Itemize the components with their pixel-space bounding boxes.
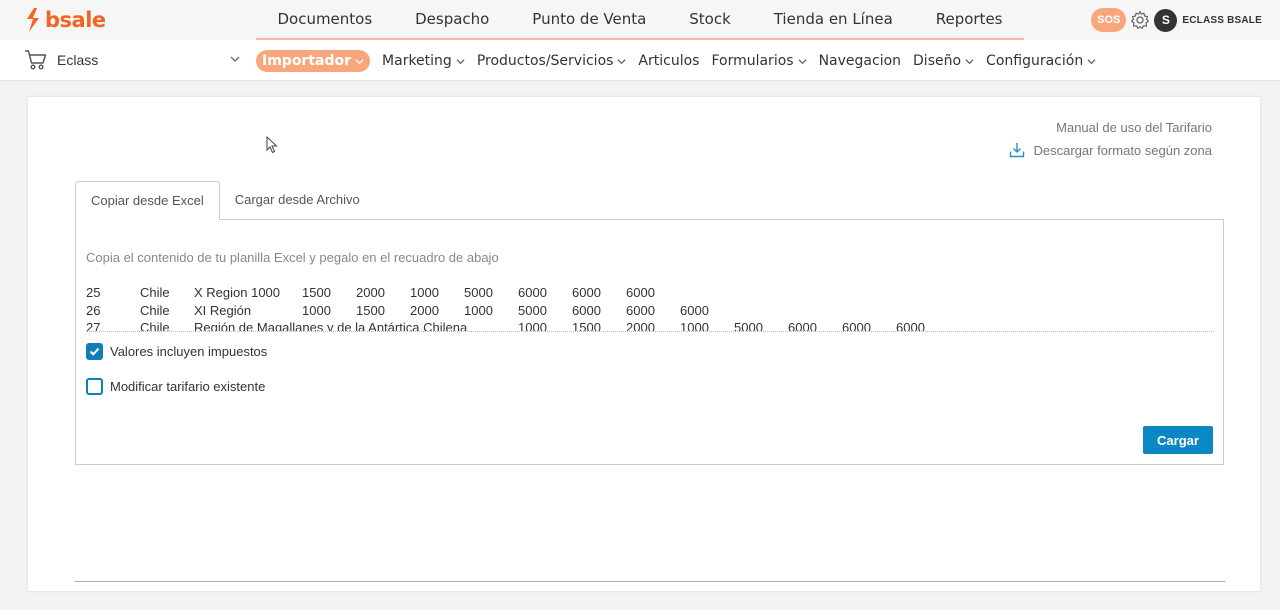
tab-cargar-desde-archivo[interactable]: Cargar desde Archivo <box>220 181 375 220</box>
paste-row: 25 Chile X Region 1000 1500 2000 1000 50… <box>86 285 655 300</box>
download-format-link[interactable]: Descargar formato según zona <box>1009 142 1212 158</box>
subnav-diseno[interactable]: Diseño <box>913 53 974 69</box>
main-nav: Documentos Despacho Punto de Venta Stock… <box>256 0 1024 40</box>
nav-reportes[interactable]: Reportes <box>936 10 1003 28</box>
import-tabs: Copiar desde Excel Cargar desde Archivo <box>75 181 375 220</box>
subnav-navegacion[interactable]: Navegacion <box>819 53 901 69</box>
nav-documentos[interactable]: Documentos <box>277 10 372 28</box>
modify-tariff-label: Modificar tarifario existente <box>110 379 266 394</box>
tab-panel: Copia el contenido de tu planilla Excel … <box>75 219 1224 465</box>
subnav-formularios[interactable]: Formularios <box>711 53 807 69</box>
nav-stock[interactable]: Stock <box>689 10 731 28</box>
subnav-label: Configuración <box>986 53 1084 69</box>
chevron-down-icon <box>230 56 240 62</box>
sub-bar: Eclass Importador Marketing Productos/Se… <box>0 40 1280 81</box>
cargar-button[interactable]: Cargar <box>1143 426 1213 454</box>
checkbox-empty-icon[interactable] <box>86 378 103 395</box>
paste-row: 26 Chile XI Región 1000 1500 2000 1000 5… <box>86 302 709 318</box>
chevron-down-icon <box>355 58 364 64</box>
top-bar: bsale Documentos Despacho Punto de Venta… <box>0 0 1280 40</box>
taxes-included-checkbox[interactable]: Valores incluyen impuestos <box>86 343 267 360</box>
download-icon <box>1009 143 1024 158</box>
subnav-label: Formularios <box>711 53 794 69</box>
paste-hint: Copia el contenido de tu planilla Excel … <box>86 250 499 265</box>
chevron-down-icon <box>965 58 974 64</box>
download-format-label: Descargar formato según zona <box>1033 142 1212 158</box>
store-select[interactable]: Eclass <box>20 40 244 80</box>
subnav-productos-servicios[interactable]: Productos/Servicios <box>477 53 627 69</box>
bsale-logo[interactable]: bsale <box>24 8 106 32</box>
nav-tienda-en-linea[interactable]: Tienda en Línea <box>774 10 893 28</box>
subnav-label: Importador <box>262 53 352 69</box>
cart-icon <box>25 50 47 70</box>
subnav-label: Navegacion <box>818 53 902 69</box>
subnav-importador[interactable]: Importador <box>256 50 371 72</box>
sos-button[interactable]: SOS <box>1091 8 1127 32</box>
user-name[interactable]: ECLASS BSALE <box>1182 15 1262 26</box>
chevron-down-icon <box>456 58 465 64</box>
gear-icon[interactable] <box>1130 10 1150 30</box>
paste-textarea[interactable]: 25 Chile X Region 1000 1500 2000 1000 50… <box>86 284 1214 332</box>
sub-nav: Importador Marketing Productos/Servicios… <box>256 48 1108 74</box>
avatar[interactable]: S <box>1154 8 1178 32</box>
modify-tariff-checkbox[interactable]: Modificar tarifario existente <box>86 378 265 395</box>
subnav-configuracion[interactable]: Configuración <box>986 53 1096 69</box>
subnav-label: Productos/Servicios <box>476 53 614 69</box>
checkbox-checked-icon[interactable] <box>86 343 103 360</box>
subnav-label: Diseño <box>913 53 962 69</box>
chevron-down-icon <box>798 58 807 64</box>
manual-link[interactable]: Manual de uso del Tarifario <box>1009 120 1212 135</box>
subnav-articulos[interactable]: Articulos <box>638 53 699 69</box>
nav-despacho[interactable]: Despacho <box>415 10 489 28</box>
paste-row: 27 Chile Región de Magallanes y de la An… <box>86 320 925 332</box>
store-name: Eclass <box>57 52 99 68</box>
user-area: SOS S ECLASS BSALE <box>1091 8 1262 32</box>
subnav-label: Marketing <box>382 53 452 69</box>
taxes-included-label: Valores incluyen impuestos <box>110 344 268 359</box>
chevron-down-icon <box>617 58 626 64</box>
brand-name: bsale <box>45 8 106 32</box>
chevron-down-icon <box>1087 58 1096 64</box>
nav-punto-de-venta[interactable]: Punto de Venta <box>532 10 646 28</box>
mouse-cursor-icon <box>266 136 278 154</box>
help-links: Manual de uso del Tarifario Descargar fo… <box>1009 120 1212 158</box>
subnav-label: Articulos <box>638 53 700 69</box>
subnav-marketing[interactable]: Marketing <box>382 53 465 69</box>
bsale-logo-icon <box>27 8 39 32</box>
tab-copiar-desde-excel[interactable]: Copiar desde Excel <box>75 181 220 220</box>
divider <box>75 581 1225 582</box>
